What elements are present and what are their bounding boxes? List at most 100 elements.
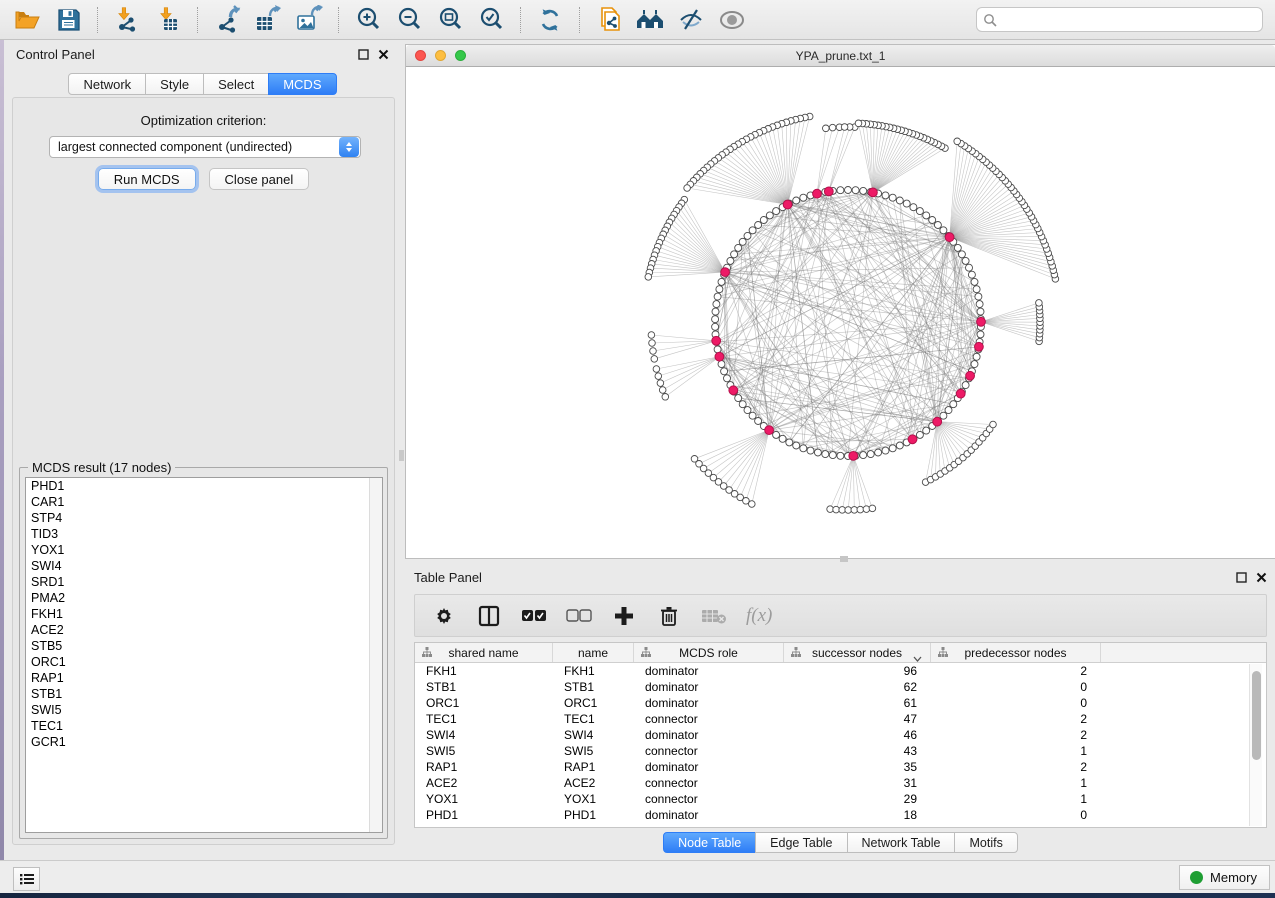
network-node[interactable] [721,368,728,375]
mcds-list-scrollbar[interactable] [369,478,382,832]
column-header-MCDS-role[interactable]: MCDS role [634,643,784,662]
network-node[interactable] [735,395,742,402]
network-node[interactable] [727,257,734,264]
network-node[interactable] [882,447,889,454]
mcds-result-item[interactable]: STB1 [26,686,382,702]
network-node[interactable] [882,192,889,199]
task-history-button[interactable] [13,867,40,891]
table-cell[interactable]: 31 [784,775,931,791]
float-panel-icon[interactable] [358,49,369,60]
export-network-icon[interactable] [212,5,242,35]
network-node[interactable] [651,356,658,363]
network-node[interactable] [814,449,821,456]
tab-style[interactable]: Style [145,73,204,95]
network-node[interactable] [833,506,840,513]
network-node[interactable] [837,187,844,194]
show-panels-icon[interactable] [717,5,747,35]
network-node[interactable] [657,380,664,387]
home-icon[interactable] [635,5,665,35]
export-table-icon[interactable] [253,5,283,35]
network-node[interactable] [977,308,984,315]
network-node[interactable] [903,200,910,207]
network-node[interactable] [823,125,830,132]
table-cell[interactable]: TEC1 [553,711,634,727]
mcds-hub-node[interactable] [813,189,822,198]
mcds-result-item[interactable]: TID3 [26,526,382,542]
zoom-in-icon[interactable] [353,5,383,35]
zoom-fit-icon[interactable] [435,5,465,35]
network-node[interactable] [940,412,947,419]
table-cell[interactable]: 61 [784,695,931,711]
table-cell[interactable]: 96 [784,663,931,679]
network-node[interactable] [954,244,961,251]
select-all-icon[interactable] [521,603,547,629]
network-node[interactable] [857,506,864,513]
export-image-icon[interactable] [294,5,324,35]
network-node[interactable] [755,418,762,425]
table-cell[interactable]: RAP1 [553,759,634,775]
mcds-hub-node[interactable] [945,233,954,242]
table-cell[interactable]: FKH1 [553,663,634,679]
table-cell[interactable]: connector [634,791,784,807]
mcds-hub-node[interactable] [783,200,792,209]
close-panel-icon[interactable] [1256,572,1267,583]
mcds-hub-node[interactable] [869,188,878,197]
mcds-result-item[interactable]: SWI4 [26,558,382,574]
network-node[interactable] [869,505,876,512]
table-cell[interactable]: 35 [784,759,931,775]
mcds-hub-node[interactable] [966,371,975,380]
mcds-result-item[interactable]: ORC1 [26,654,382,670]
mcds-result-item[interactable]: ACE2 [26,622,382,638]
open-network-file-icon[interactable] [594,5,624,35]
table-row[interactable]: YOX1YOX1connector291 [415,791,1266,807]
network-node[interactable] [841,124,848,131]
network-window-titlebar[interactable]: YPA_prune.txt_1 [406,45,1275,67]
delete-column-icon[interactable] [656,603,682,629]
table-scrollbar[interactable] [1249,664,1262,826]
optimization-criterion-select[interactable]: largest connected component (undirected) [49,136,361,158]
tab-motifs[interactable]: Motifs [954,832,1017,853]
table-cell[interactable]: 2 [931,759,1101,775]
table-row[interactable]: FKH1FKH1dominator962 [415,663,1266,679]
import-network-icon[interactable] [112,5,142,35]
network-node[interactable] [645,274,652,281]
tab-mcds[interactable]: MCDS [268,73,336,95]
column-header-successor-nodes[interactable]: successor nodes [784,643,931,662]
column-header-predecessor-nodes[interactable]: predecessor nodes [931,643,1101,662]
tab-edge-table[interactable]: Edge Table [755,832,847,853]
network-node[interactable] [739,401,746,408]
network-node[interactable] [712,316,719,323]
mcds-result-item[interactable]: CAR1 [26,494,382,510]
network-node[interactable] [779,435,786,442]
table-cell[interactable]: dominator [634,807,784,823]
table-cell[interactable]: PHD1 [553,807,634,823]
table-row[interactable]: SWI5SWI5connector431 [415,743,1266,759]
sort-chevron-icon[interactable] [913,651,922,665]
search-input[interactable] [997,12,1256,27]
network-node[interactable] [954,138,961,145]
table-cell[interactable]: ORC1 [553,695,634,711]
hide-panels-icon[interactable] [676,5,706,35]
network-node[interactable] [718,278,725,285]
table-cell[interactable]: 47 [784,711,931,727]
mcds-hub-node[interactable] [712,336,721,345]
table-cell[interactable]: dominator [634,759,784,775]
table-cell[interactable]: 0 [931,695,1101,711]
network-node[interactable] [929,217,936,224]
network-node[interactable] [910,204,917,211]
save-session-icon[interactable] [53,5,83,35]
table-cell[interactable]: STB1 [553,679,634,695]
network-node[interactable] [966,264,973,271]
table-row[interactable]: STB1STB1dominator620 [415,679,1266,695]
column-header-name[interactable]: name [553,643,634,662]
import-table-icon[interactable] [153,5,183,35]
network-node[interactable] [786,439,793,446]
column-header-shared-name[interactable]: shared name [415,643,553,662]
table-cell[interactable]: 2 [931,663,1101,679]
mcds-hub-node[interactable] [975,342,984,351]
network-node[interactable] [845,507,852,514]
network-node[interactable] [760,217,767,224]
network-node[interactable] [976,301,983,308]
network-canvas[interactable] [406,67,1275,558]
network-node[interactable] [863,506,870,513]
